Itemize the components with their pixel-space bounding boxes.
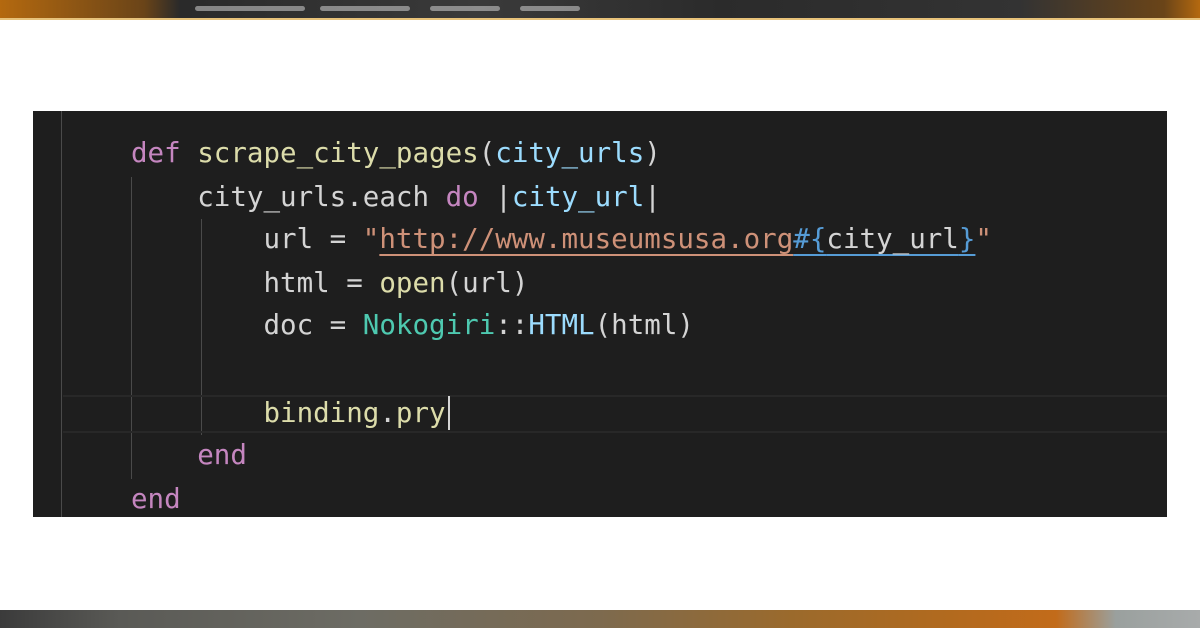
code-token: end (131, 439, 247, 471)
code-token: do (445, 181, 479, 213)
blur-line (320, 6, 410, 11)
code-token: (url) (445, 267, 529, 299)
code-token: http://www.museumsusa.org (379, 223, 794, 255)
background-photo-top (0, 0, 1200, 20)
code-token: doc = (131, 309, 363, 341)
code-line[interactable]: html = open(url) (131, 263, 528, 303)
code-token: binding (131, 397, 380, 429)
code-line[interactable]: url = "http://www.museumsusa.org#{city_u… (131, 219, 992, 259)
indent-guide (61, 111, 62, 517)
text-cursor (448, 396, 450, 430)
code-token: city_urls.each (131, 181, 446, 213)
code-line[interactable]: end (131, 435, 247, 475)
code-token: city_url (511, 181, 645, 213)
code-token: | (644, 181, 661, 213)
code-line[interactable]: doc = Nokogiri::HTML(html) (131, 305, 694, 345)
code-line[interactable]: city_urls.each do |city_url| (131, 177, 661, 217)
code-token: end (131, 483, 181, 515)
code-line[interactable]: def scrape_city_pages(city_urls) (131, 133, 661, 173)
code-token: #{ (793, 223, 827, 255)
code-token: " (362, 223, 380, 255)
code-token: def (131, 137, 181, 169)
code-token: HTML (528, 309, 595, 341)
code-editor[interactable]: def scrape_city_pages(city_urls) city_ur… (33, 111, 1167, 517)
code-token: ) (644, 137, 661, 169)
code-token: city_url (826, 223, 959, 255)
background-photo-bottom (0, 610, 1200, 628)
code-line[interactable]: end (131, 479, 181, 517)
code-token: pry (395, 397, 446, 429)
code-token: (html) (594, 309, 694, 341)
code-token: " (975, 223, 992, 255)
code-token: ( (478, 137, 496, 169)
code-token: url = (131, 223, 363, 255)
code-token: :: (495, 309, 529, 341)
blur-line (520, 6, 580, 11)
blur-line (430, 6, 500, 11)
code-token: . (379, 397, 396, 429)
code-token: city_urls (495, 137, 645, 169)
code-line[interactable]: binding.pry (131, 393, 446, 433)
code-token: } (958, 223, 976, 255)
code-token: scrape_city_pages (197, 137, 479, 169)
code-token: html = (131, 267, 380, 299)
blur-line (195, 6, 305, 11)
code-token: Nokogiri (362, 309, 496, 341)
code-token: open (379, 267, 446, 299)
code-token: | (478, 181, 512, 213)
